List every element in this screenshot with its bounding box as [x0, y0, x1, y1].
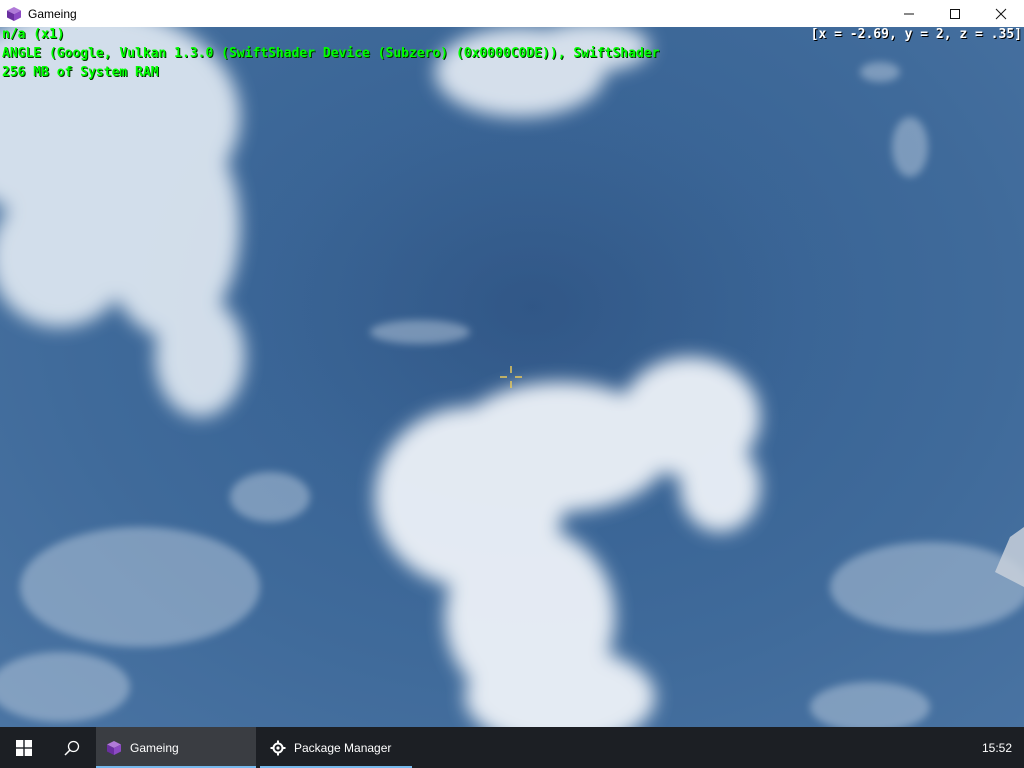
- game-viewport[interactable]: n/a (x1) ANGLE (Google, Vulkan 1.3.0 (Sw…: [0, 27, 1024, 727]
- game-window: Gameing n/a (x1) ANGLE (Google, Vulkan 1…: [0, 0, 1024, 727]
- search-icon: [64, 740, 80, 756]
- hud-line-frame: n/a (x1): [2, 27, 65, 42]
- window-title: Gameing: [28, 6, 77, 21]
- coordinate-readout: [x = -2.69, y = 2, z = .35]: [810, 27, 1022, 42]
- maximize-button[interactable]: [932, 0, 978, 27]
- close-button[interactable]: [978, 0, 1024, 27]
- crosshair-icon: [500, 366, 522, 388]
- taskbar-item-label: Package Manager: [294, 740, 392, 755]
- taskbar-clock[interactable]: 15:52: [982, 727, 1012, 768]
- cube-icon: [7, 6, 21, 21]
- taskbar-item-label: Gameing: [130, 740, 179, 755]
- hud-line-renderer: ANGLE (Google, Vulkan 1.3.0 (SwiftShader…: [2, 46, 660, 61]
- taskbar: Gameing Package Manager 15:52: [0, 727, 1024, 768]
- start-button[interactable]: [0, 727, 48, 768]
- package-gear-icon: [270, 740, 286, 755]
- maximize-icon: [950, 8, 960, 19]
- minimize-icon: [904, 13, 914, 14]
- windows-start-icon: [16, 739, 32, 756]
- cube-icon: [107, 740, 121, 755]
- taskbar-item-package-manager[interactable]: Package Manager: [260, 727, 412, 768]
- search-button[interactable]: [48, 727, 96, 768]
- hud-line-memory: 256 MB of System RAM: [2, 65, 159, 80]
- close-icon: [995, 8, 1007, 19]
- window-controls: [886, 0, 1024, 27]
- minimize-button[interactable]: [886, 0, 932, 27]
- taskbar-item-gameing[interactable]: Gameing: [96, 727, 256, 768]
- title-bar[interactable]: Gameing: [0, 0, 1024, 27]
